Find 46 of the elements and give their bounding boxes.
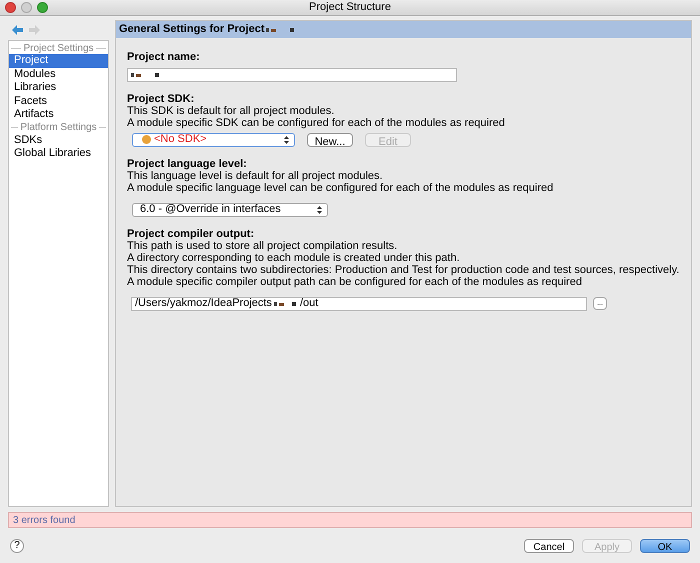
window-title: Project Structure — [309, 0, 391, 16]
description-text: A module specific language level can be configured for each of the modules as required — [127, 182, 554, 194]
sidebar-item[interactable]: SDKs — [9, 134, 108, 147]
sidebar-item[interactable]: Artifacts — [9, 108, 108, 122]
path-text: /out — [300, 296, 318, 312]
sdk-dropdown[interactable]: <No SDK> — [132, 132, 295, 146]
header-text: General Settings for Project — [119, 22, 264, 38]
description-text: This SDK is default for all project modules. — [127, 104, 336, 116]
path-text: /Users/yakmoz/IdeaProjects — [135, 296, 272, 312]
language-level-dropdown[interactable]: 6.0 - @Override in interfaces — [132, 202, 328, 216]
description-text: This language level is default for all project modules. — [127, 170, 384, 182]
sidebar-item[interactable]: Modules — [9, 68, 108, 81]
dropdown-value: <No SDK> — [154, 132, 208, 148]
output-path-field[interactable]: /Users/yakmoz/IdeaProjects /out — [131, 296, 587, 310]
back-arrow-icon[interactable] — [12, 25, 23, 35]
sdk-icon — [142, 135, 151, 144]
group-heading: Platform Settings — [20, 121, 97, 135]
close-icon[interactable] — [5, 2, 16, 13]
description-text: This path is used to store all project compilation results. — [127, 240, 398, 252]
description-text: This directory contains two subdirectories: Production and Test for production code and test sources, respectively. — [127, 264, 680, 276]
help-button[interactable]: ? — [10, 538, 24, 552]
section-heading: Project SDK: — [127, 92, 196, 104]
sidebar-item[interactable]: Project — [9, 54, 108, 68]
description-text: A module specific compiler output path can be configured for each of the modules as required — [127, 276, 583, 288]
sdk-button[interactable]: New... — [307, 132, 353, 146]
group-heading: Project Settings — [23, 42, 94, 55]
sidebar-item[interactable]: Facets — [9, 94, 108, 108]
ok-button[interactable]: OK — [640, 538, 690, 552]
description-text: A directory corresponding to each module is created under this path. — [127, 252, 461, 264]
project-name-field[interactable] — [127, 68, 457, 82]
section-heading: Project language level: — [127, 158, 248, 170]
dialog-button[interactable]: Cancel — [524, 538, 574, 552]
redacted-mark-icon — [131, 72, 161, 78]
redacted-mark-icon — [274, 300, 298, 306]
error-text: 3 errors found — [13, 514, 76, 528]
minimize-icon[interactable] — [21, 2, 32, 13]
stepper-icon — [284, 136, 289, 144]
dropdown-value: 6.0 - @Override in interfaces — [140, 202, 282, 218]
sidebar-item[interactable]: Global Libraries — [9, 147, 108, 160]
description-text: A module specific SDK can be configured for each of the modules as required — [127, 116, 506, 128]
redacted-mark-icon — [266, 26, 296, 32]
section-heading: Project name: — [127, 50, 201, 65]
sidebar-item[interactable]: Libraries — [9, 81, 108, 94]
section-heading: Project compiler output: — [127, 228, 256, 240]
zoom-icon[interactable] — [37, 2, 48, 13]
stepper-icon — [317, 206, 322, 214]
